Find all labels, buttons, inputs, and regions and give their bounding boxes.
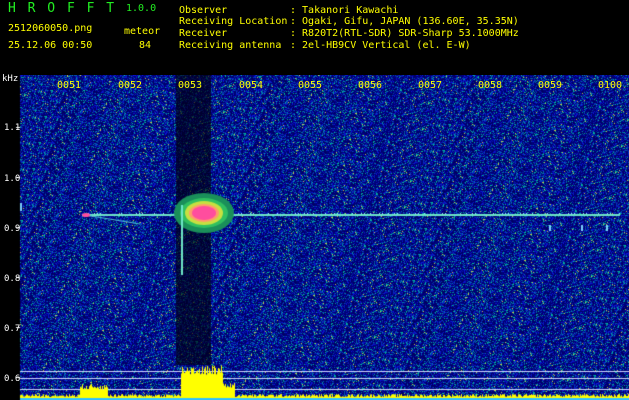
info-value-antenna: : 2el-HB9CV Vertical (el. E-W) [290, 40, 471, 51]
x-tick-label: 0054 [239, 80, 264, 91]
event-label: meteor [124, 26, 161, 37]
info-key-location: Receiving Location [179, 16, 288, 27]
info-value-receiver: : R820T2(RTL-SDR) SDR-Sharp 53.1000MHz [290, 28, 519, 39]
y-tick-label: 0.7 [4, 324, 21, 334]
app-name: H R O F F T [8, 1, 117, 16]
y-tick-label: 0.9 [4, 224, 21, 234]
x-tick-label: 0057 [418, 80, 443, 91]
y-axis-unit: kHz [2, 74, 19, 84]
info-key-receiver: Receiver [179, 28, 228, 39]
header-panel: H R O F F T 1.0.0 2512060050.png meteor … [0, 0, 629, 75]
y-tick-label: 1.1 [4, 123, 21, 133]
spectrogram-canvas [0, 75, 629, 400]
event-count: 84 [139, 40, 152, 51]
info-value-observer: : Takanori Kawachi [290, 5, 399, 16]
y-tick-label: 0.8 [4, 274, 21, 284]
app-version: 1.0.0 [126, 3, 157, 14]
x-tick-label: 0058 [478, 80, 503, 91]
y-tick-label: 0.6 [4, 374, 21, 384]
y-tick-label: 1.0 [4, 174, 21, 184]
x-tick-label: 0056 [358, 80, 383, 91]
info-value-location: : Ogaki, Gifu, JAPAN (136.60E, 35.35N) [290, 16, 519, 27]
x-tick-label: 0100 [598, 80, 623, 91]
info-key-antenna: Receiving antenna [179, 40, 282, 51]
file-name: 2512060050.png [8, 23, 93, 34]
x-tick-label: 0053 [178, 80, 203, 91]
x-tick-label: 0052 [118, 80, 143, 91]
date-time: 25.12.06 00:50 [8, 40, 93, 51]
info-key-observer: Observer [179, 5, 228, 16]
x-tick-label: 0055 [298, 80, 323, 91]
x-tick-label: 0059 [538, 80, 563, 91]
x-tick-label: 0051 [57, 80, 82, 91]
